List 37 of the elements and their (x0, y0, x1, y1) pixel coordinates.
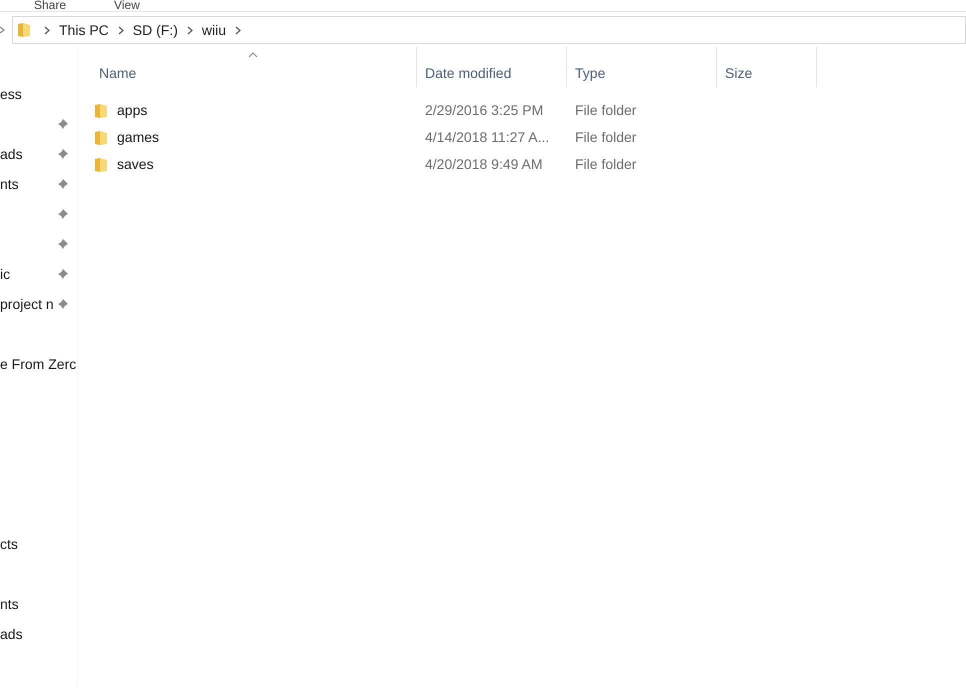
folder-icon (94, 130, 108, 146)
sidebar-item[interactable]: nts (0, 174, 19, 194)
type-cell: File folder (575, 102, 636, 118)
type-cell: File folder (575, 129, 636, 145)
folder-icon (94, 156, 108, 172)
sidebar-item[interactable]: ads (0, 144, 23, 164)
chevron-icon (44, 26, 50, 34)
column-header[interactable]: Name (91, 47, 417, 87)
folder-icon (94, 102, 108, 118)
sidebar-item[interactable]: nts (0, 594, 19, 614)
sidebar-item[interactable]: ads (0, 624, 23, 644)
file-name[interactable]: saves (117, 154, 154, 175)
chevron-icon (186, 26, 193, 34)
ribbon-tab[interactable]: View (114, 0, 140, 11)
breadcrumb-item[interactable]: This PC (59, 20, 109, 40)
folder-icon (17, 22, 31, 38)
sidebar-item[interactable]: cts (0, 534, 18, 554)
file-name[interactable]: apps (117, 100, 148, 121)
sidebar-item[interactable]: e From Zerc (0, 354, 76, 374)
date-cell: 2/29/2016 3:25 PM (425, 102, 544, 118)
breadcrumb-item[interactable]: wiiu (202, 20, 226, 40)
ribbon-tab[interactable]: Share (34, 0, 66, 11)
address-bar[interactable]: This PC SD (F:) wiiu (12, 16, 966, 44)
column-header[interactable]: Type (567, 47, 717, 87)
breadcrumb-item[interactable]: SD (F:) (132, 20, 178, 40)
sidebar-item[interactable]: project n (0, 294, 54, 314)
column-header[interactable]: Date modified (417, 47, 567, 87)
sidebar-item[interactable]: ic (0, 264, 10, 284)
type-cell: File folder (575, 156, 636, 172)
chevron-icon (118, 26, 124, 34)
date-cell: 4/14/2018 11:27 A... (425, 129, 550, 145)
chevron-icon (235, 26, 242, 34)
date-cell: 4/20/2018 9:49 AM (425, 156, 543, 172)
column-header[interactable]: Size (717, 47, 817, 87)
file-name[interactable]: games (117, 127, 160, 148)
sidebar-item[interactable]: ess (0, 84, 22, 104)
caret-icon[interactable] (0, 26, 5, 34)
